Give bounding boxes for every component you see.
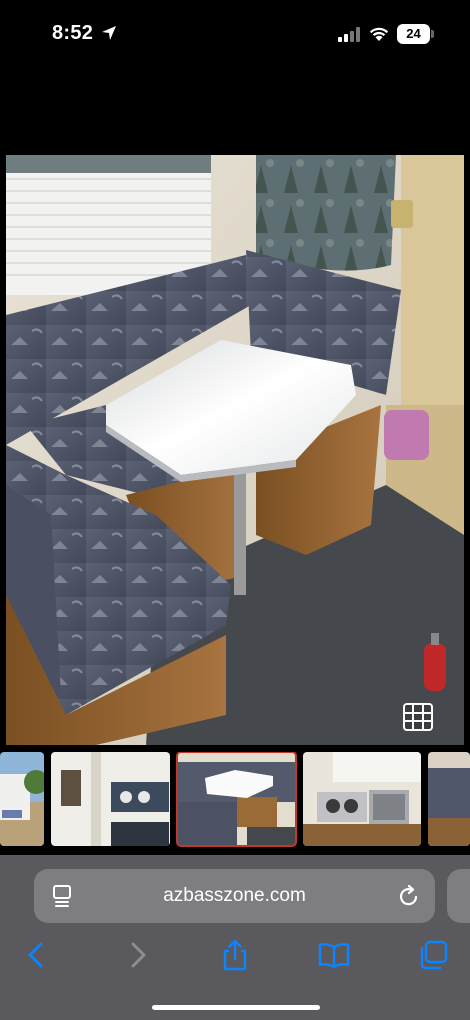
share-button[interactable]	[218, 938, 252, 972]
thumbnail-image	[51, 752, 170, 846]
thumbnail-image	[0, 752, 44, 846]
thumbnail-rv-control-panel[interactable]	[51, 752, 170, 846]
reload-icon[interactable]	[398, 884, 420, 908]
share-icon	[223, 939, 247, 971]
bookmarks-button[interactable]	[317, 938, 351, 972]
battery-icon: 24	[397, 24, 430, 44]
url-text[interactable]: azbasszone.com	[34, 869, 435, 923]
bookmarks-icon	[318, 943, 350, 969]
thumbnail-image	[177, 752, 296, 846]
main-photo[interactable]	[6, 155, 464, 745]
forward-icon	[131, 942, 146, 968]
browser-toolbar: azbasszone.com	[0, 855, 470, 1020]
address-bar[interactable]: azbasszone.com	[34, 869, 435, 923]
grid-icon	[403, 703, 433, 731]
cellular-signal-icon	[338, 27, 360, 42]
forward-button[interactable]	[120, 938, 154, 972]
tabs-icon	[420, 940, 448, 970]
thumbnail-strip[interactable]	[0, 752, 470, 848]
thumbnail-image	[303, 752, 421, 846]
rv-dinette-photo	[6, 155, 464, 745]
home-indicator	[152, 1005, 320, 1010]
tabs-button[interactable]	[416, 938, 450, 972]
next-tab-preview[interactable]	[447, 869, 470, 923]
battery-level: 24	[406, 26, 421, 41]
status-time: 8:52	[52, 22, 94, 44]
battery-cap	[431, 30, 434, 38]
thumbnail-rv-kitchen-stove-sink[interactable]	[303, 752, 421, 846]
thumbnail-rv-seating[interactable]	[428, 752, 470, 846]
location-arrow-icon	[102, 26, 116, 40]
thumbnail-rv-dinette[interactable]	[176, 752, 297, 847]
wifi-icon	[369, 27, 389, 41]
status-bar: 8:52 24	[0, 0, 470, 70]
back-button[interactable]	[20, 938, 54, 972]
thumbnail-image	[428, 752, 470, 846]
grid-view-button[interactable]	[402, 702, 434, 732]
back-icon	[28, 942, 43, 968]
thumbnail-rv-exterior[interactable]	[0, 752, 44, 846]
